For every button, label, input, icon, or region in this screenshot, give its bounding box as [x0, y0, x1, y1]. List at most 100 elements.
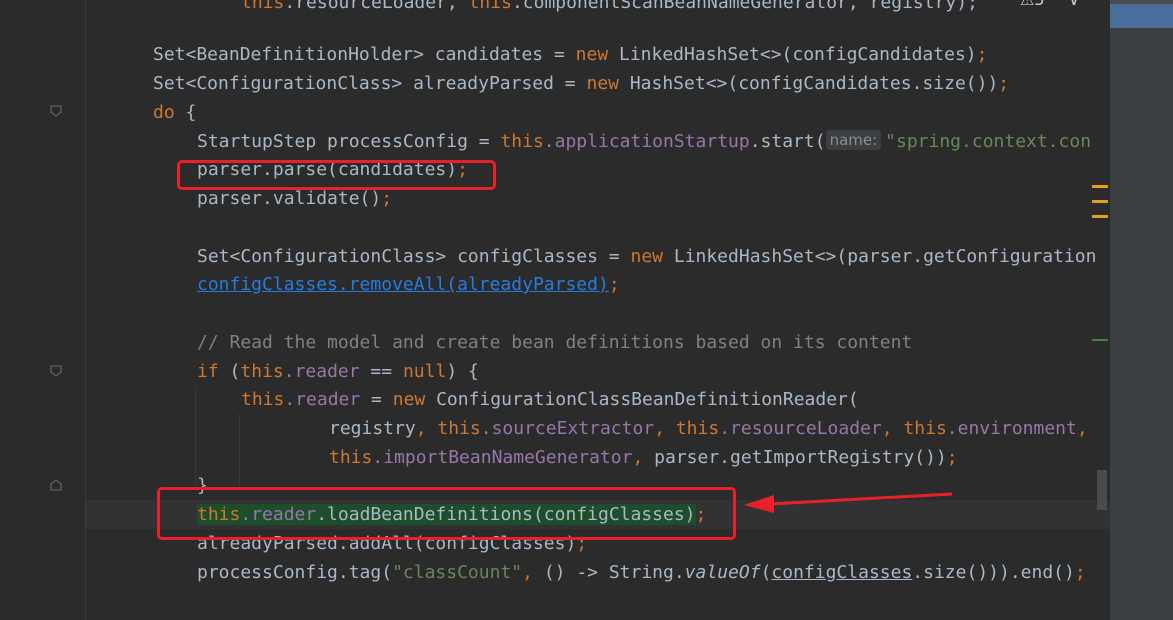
token-text: = [360, 389, 393, 410]
annotation-box-load-bean-definitions [157, 487, 736, 540]
token-keyword: do [153, 102, 175, 123]
warning-marker[interactable] [1092, 200, 1108, 203]
code-line: registry, this.sourceExtractor, this.res… [0, 414, 1088, 443]
token-text: == [359, 361, 403, 382]
code-editor[interactable]: this.resourceLoader, this.componentScanB… [0, 0, 1110, 620]
code-line: } [0, 471, 208, 500]
token-semicolon: ; [608, 274, 620, 295]
token-keyword: this [468, 0, 512, 13]
indent-guide [239, 414, 240, 486]
change-marker[interactable] [1092, 339, 1108, 341]
inspection-widget[interactable]: ⚠5 ^ ∨ [1020, 0, 1080, 9]
fold-marker-icon[interactable] [50, 365, 62, 377]
token-comma: , [415, 418, 438, 439]
token-keyword: new [392, 389, 426, 410]
token-keyword: this [241, 389, 285, 410]
code-line: parser.parse(candidates); [0, 155, 468, 184]
token-text: LinkedHashSet<>(parser.getConfiguration [663, 246, 1097, 267]
token-comma: , [1076, 418, 1088, 439]
token-warning-underline[interactable]: configClasses.removeAll(alreadyParsed) [197, 274, 609, 295]
token-text: .size())).end() [912, 562, 1075, 583]
code-line: this.importBeanNameGenerator, parser.get… [0, 443, 958, 472]
code-line: this.reader.loadBeanDefinitions(configCl… [0, 500, 706, 529]
token-text: .resourceLoader, [284, 0, 469, 13]
panel-selected-tab[interactable] [1110, 4, 1173, 28]
token-comma: , [522, 562, 544, 583]
token-text: Set<ConfigurationClass> configClasses = [197, 246, 631, 267]
code-line: Set<ConfigurationClass> alreadyParsed = … [0, 69, 1009, 98]
token-keyword: this [329, 447, 373, 468]
token-field: .applicationStartup [543, 131, 750, 152]
token-text: parser.validate() [197, 188, 382, 209]
code-line: Set<BeanDefinitionHolder> candidates = n… [0, 40, 987, 69]
code-line: processConfig.tag("classCount", () -> St… [0, 558, 1086, 587]
code-line: parser.validate(); [0, 184, 392, 213]
warning-marker[interactable] [1092, 185, 1108, 188]
token-text: { [174, 102, 197, 123]
code-line: if (this.reader == null) { [0, 357, 479, 386]
token-semicolon: ; [381, 188, 393, 209]
parameter-hint: name: [825, 130, 882, 150]
token-text: parser.getImportRegistry()) [654, 447, 947, 468]
code-line: configClasses.removeAll(alreadyParsed); [0, 270, 620, 299]
token-string: "classCount" [392, 562, 523, 583]
token-text: Set<BeanDefinitionHolder> candidates = [153, 44, 576, 65]
token-text: .componentScanBeanNameGenerator, registr… [511, 0, 978, 13]
token-text: HashSet<>(configCandidates.size()) [619, 73, 999, 94]
token-keyword: this [240, 361, 284, 382]
token-field: .reader [284, 389, 361, 410]
indent-guide [195, 386, 196, 486]
code-line: this.reader = new ConfigurationClassBean… [0, 385, 859, 414]
token-comma: , [632, 447, 655, 468]
token-semicolon: ; [946, 447, 958, 468]
token-keyword: if [197, 361, 219, 382]
fold-marker-icon[interactable] [50, 105, 62, 117]
token-text: LinkedHashSet<>(configCandidates) [608, 44, 977, 65]
token-comma: , [881, 418, 904, 439]
code-line: StartupStep processConfig = this.applica… [0, 127, 1091, 156]
token-semicolon: ; [976, 44, 988, 65]
annotation-box-parse [177, 160, 496, 190]
token-keyword: this [675, 418, 720, 439]
token-keyword: this [241, 0, 285, 13]
token-field: .sourceExtractor [480, 418, 655, 439]
code-line: Set<ConfigurationClass> configClasses = … [0, 242, 1096, 271]
code-line: this.resourceLoader, this.componentScanB… [0, 0, 978, 17]
token-text: .start( [749, 131, 826, 152]
token-text: ) { [446, 361, 479, 382]
token-text: ConfigurationClassBeanDefinitionReader( [425, 389, 859, 410]
token-comma: , [654, 418, 676, 439]
token-semicolon: ; [998, 73, 1010, 94]
annotation-arrow-icon [744, 492, 953, 513]
token-text: Set<ConfigurationClass> alreadyParsed = [153, 73, 587, 94]
token-comment: // Read the model and create bean defini… [197, 332, 913, 353]
token-text: registry [329, 418, 416, 439]
code-line: alreadyParsed.addAll(configClasses); [0, 529, 587, 558]
fold-end-marker-icon[interactable] [50, 479, 62, 491]
token-text: () -> String. [543, 562, 685, 583]
token-keyword: new [630, 246, 663, 267]
warning-marker[interactable] [1092, 215, 1108, 218]
token-field: .reader [283, 361, 360, 382]
code-line: do { [0, 98, 196, 127]
token-field: .resourceLoader [719, 418, 882, 439]
token-text: processConfig.tag( [197, 562, 393, 583]
token-static-method: valueOf [684, 562, 761, 583]
token-keyword: this [500, 131, 544, 152]
token-keyword: new [575, 44, 609, 65]
token-text: ( [218, 361, 241, 382]
code-line: // Read the model and create bean defini… [0, 328, 912, 357]
token-string: "spring.context.con [885, 131, 1092, 152]
token-text: StartupStep processConfig = [197, 131, 501, 152]
token-semicolon: ; [1074, 562, 1086, 583]
token-keyword: null [402, 361, 447, 382]
right-tool-panel [1110, 0, 1173, 620]
token-field: .environment [946, 418, 1077, 439]
token-keyword: this [903, 418, 947, 439]
token-keyword: new [586, 73, 619, 94]
token-underlined-variable[interactable]: configClasses [771, 562, 912, 583]
token-keyword: this [437, 418, 481, 439]
token-text: ( [760, 562, 772, 583]
vertical-scrollbar[interactable] [1097, 470, 1107, 510]
token-field: .importBeanNameGenerator [372, 447, 633, 468]
